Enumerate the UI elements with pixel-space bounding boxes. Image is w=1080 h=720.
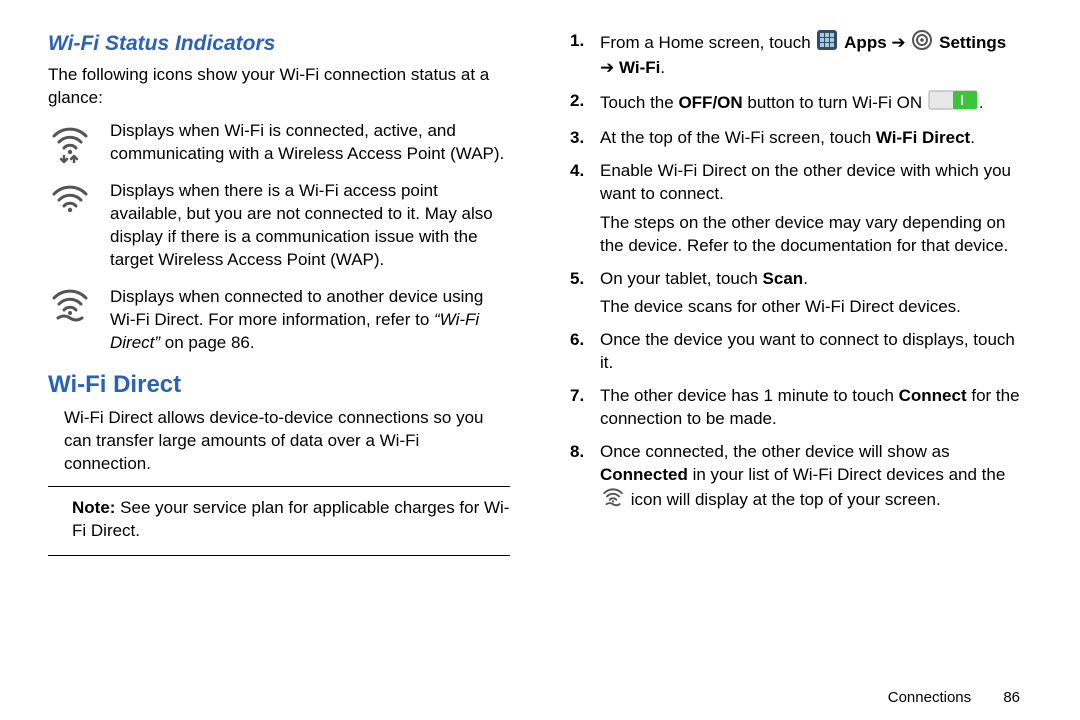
indicator-row-direct: Displays when connected to another devic… bbox=[48, 286, 510, 355]
page-footer: Connections 86 bbox=[888, 688, 1020, 708]
toggle-on-icon bbox=[929, 90, 977, 117]
apps-icon bbox=[817, 30, 837, 57]
indicator-text-available: Displays when there is a Wi-Fi access po… bbox=[110, 180, 510, 272]
step-6: Once the device you want to connect to d… bbox=[570, 329, 1032, 375]
indicator-row-available: Displays when there is a Wi-Fi access po… bbox=[48, 180, 510, 272]
divider bbox=[48, 486, 510, 487]
step-4: Enable Wi-Fi Direct on the other device … bbox=[570, 160, 1032, 258]
intro-text: The following icons show your Wi-Fi conn… bbox=[48, 64, 510, 110]
left-column: Wi-Fi Status Indicators The following ic… bbox=[48, 30, 510, 720]
step-3: At the top of the Wi-Fi screen, touch Wi… bbox=[570, 127, 1032, 150]
step-1: From a Home screen, touch Apps ➔ Setting… bbox=[570, 30, 1032, 80]
indicator-text-active: Displays when Wi-Fi is connected, active… bbox=[110, 120, 510, 166]
heading-wifi-direct: Wi-Fi Direct bbox=[48, 369, 510, 401]
step-5-sub: The device scans for other Wi-Fi Direct … bbox=[600, 296, 1032, 319]
right-column: From a Home screen, touch Apps ➔ Setting… bbox=[570, 30, 1032, 720]
wifi-direct-small-icon bbox=[602, 487, 624, 514]
divider bbox=[48, 555, 510, 556]
wifi-active-icon bbox=[48, 120, 92, 166]
section-label: Connections bbox=[888, 689, 971, 706]
settings-icon bbox=[912, 30, 932, 57]
step-7: The other device has 1 minute to touch C… bbox=[570, 385, 1032, 431]
step-4-sub: The steps on the other device may vary d… bbox=[600, 212, 1032, 258]
step-5: On your tablet, touch Scan. The device s… bbox=[570, 268, 1032, 320]
wifi-available-icon bbox=[48, 180, 92, 272]
steps-list: From a Home screen, touch Apps ➔ Setting… bbox=[570, 30, 1032, 514]
indicator-text-direct: Displays when connected to another devic… bbox=[110, 286, 510, 355]
note: Note: See your service plan for applicab… bbox=[48, 495, 510, 545]
step-2: Touch the OFF/ON button to turn Wi-Fi ON… bbox=[570, 90, 1032, 117]
step-8: Once connected, the other device will sh… bbox=[570, 441, 1032, 514]
page-number: 86 bbox=[1003, 689, 1020, 706]
wifi-direct-desc: Wi-Fi Direct allows device-to-device con… bbox=[48, 407, 510, 476]
wifi-direct-icon bbox=[48, 286, 92, 355]
heading-wifi-status: Wi-Fi Status Indicators bbox=[48, 30, 510, 58]
indicator-row-active: Displays when Wi-Fi is connected, active… bbox=[48, 120, 510, 166]
